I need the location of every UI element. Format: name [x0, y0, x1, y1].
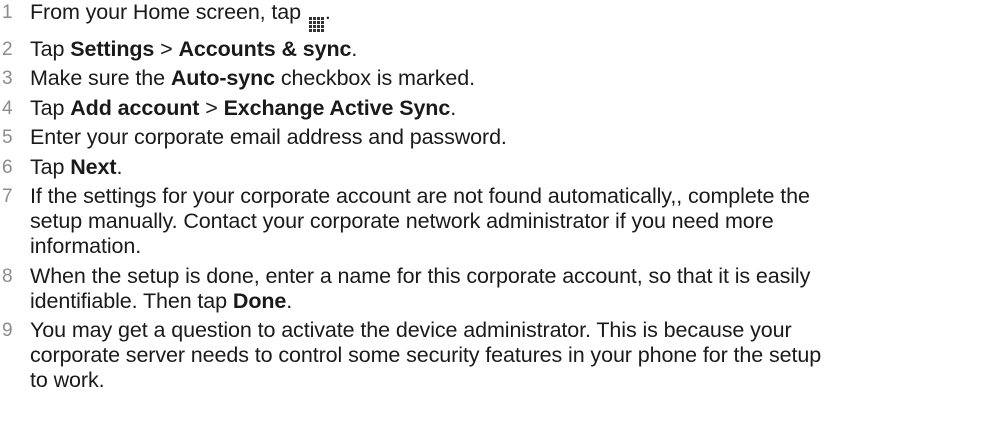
step-text: Make sure the Auto-sync checkbox is mark… [30, 66, 996, 91]
menu-label-settings: Settings [70, 36, 155, 61]
list-item: 4 Tap Add account > Exchange Active Sync… [0, 96, 1000, 121]
step-text: If the settings for your corporate accou… [30, 184, 996, 259]
step-text-line: If the settings for your corporate accou… [30, 184, 810, 208]
button-label-next: Next [70, 154, 117, 179]
menu-label-exchange-active-sync: Exchange Active Sync [223, 95, 451, 120]
step-text-line: setup manually. Contact your corporate n… [30, 209, 774, 233]
step-number: 5 [2, 127, 13, 148]
step-number: 8 [2, 265, 13, 287]
step-number: 9 [2, 320, 13, 341]
list-item: 2 Tap Settings > Accounts & sync. [0, 37, 1000, 62]
step-text-part: Tap [30, 154, 71, 179]
step-text: When the setup is done, enter a name for… [30, 264, 996, 314]
step-text-line: When the setup is done, enter a name for… [30, 263, 811, 288]
step-text-part: . [450, 95, 457, 120]
step-text: Enter your corporate email address and p… [30, 125, 507, 149]
step-text-line: identifiable. Then tap [30, 288, 233, 313]
step-text-part: checkbox is marked. [275, 66, 475, 90]
step-text: You may get a question to activate the d… [30, 318, 996, 393]
step-number: 4 [2, 97, 13, 119]
step-text: From your Home screen, tap . [30, 0, 996, 32]
step-number: 6 [2, 156, 13, 178]
step-text-line: to work. [30, 368, 105, 392]
step-text-part: From your Home screen, tap [30, 0, 307, 24]
list-item: 1 From your Home screen, tap . [0, 0, 1000, 32]
list-item: 6 Tap Next. [0, 155, 1000, 180]
list-item: 8 When the setup is done, enter a name f… [0, 264, 1000, 314]
list-item: 5 Enter your corporate email address and… [0, 125, 1000, 150]
button-label-done: Done [232, 288, 287, 313]
step-text: Tap Add account > Exchange Active Sync. [30, 96, 996, 121]
step-number: 7 [2, 186, 13, 207]
step-number: 2 [2, 38, 13, 60]
step-text-part: > [199, 95, 224, 120]
step-text-part: > [154, 36, 179, 61]
menu-label-add-account: Add account [70, 95, 200, 120]
apps-grid-icon [308, 17, 324, 32]
setting-label-auto-sync: Auto-sync [170, 66, 276, 90]
step-text-part: Tap [30, 95, 71, 120]
step-text-part: . [116, 154, 123, 179]
step-text: Tap Settings > Accounts & sync. [30, 37, 996, 62]
step-text-part: Make sure the [30, 66, 171, 90]
list-item: 9 You may get a question to activate the… [0, 318, 1000, 393]
step-text-part: Tap [30, 36, 71, 61]
list-item: 7 If the settings for your corporate acc… [0, 184, 1000, 259]
list-item: 3 Make sure the Auto-sync checkbox is ma… [0, 66, 1000, 91]
step-number: 3 [2, 68, 13, 89]
step-text: Tap Next. [30, 155, 996, 180]
step-text-line: You may get a question to activate the d… [30, 318, 792, 342]
step-text-line: information. [30, 234, 142, 258]
menu-label-accounts-sync: Accounts & sync [178, 36, 352, 61]
step-text-part: . [351, 36, 358, 61]
step-text-line: corporate server needs to control some s… [30, 343, 822, 367]
instruction-list: 1 From your Home screen, tap . 2 Tap Set… [0, 0, 1000, 393]
step-number: 1 [2, 2, 13, 23]
step-text-part: . [286, 288, 293, 313]
step-text-part: . [324, 0, 331, 24]
